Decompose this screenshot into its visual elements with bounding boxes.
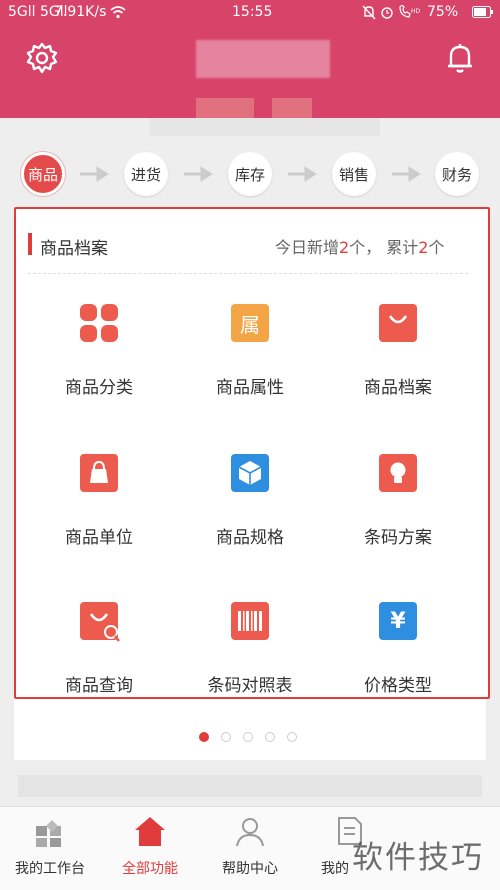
tile-label: 价格类型 [364,676,432,696]
tile-label: 商品单位 [65,528,133,548]
tile-goods-attribute[interactable]: 属 商品属性 [175,290,325,400]
arrow-right-icon [184,166,213,182]
svg-text:HD: HD [411,8,420,15]
mute-icon [362,5,376,20]
tile-barcode-mapping[interactable]: 条码对照表 [175,588,325,696]
store-sub-blurred [150,118,380,136]
tile-label: 条码方案 [364,528,432,548]
pager-dot-1[interactable] [199,732,209,742]
tile-price-type[interactable]: ¥ 价格类型 [323,588,473,696]
nav-workbench[interactable]: 我的工作台 [0,810,100,886]
card-title: 商品档案 [40,239,108,259]
step-goods[interactable]: 商品 [21,152,65,196]
alarm-icon [381,7,393,19]
today-count: 2 [339,238,350,257]
tile-label: 条码对照表 [207,676,293,696]
arrow-right-icon [392,166,421,182]
arrow-right-icon [80,166,109,182]
card-title-accent [28,233,32,255]
user-icon [236,818,264,847]
arrow-right-icon [288,166,317,182]
hd-call-icon: HD [399,5,420,18]
shopping-bag-icon [379,304,417,342]
card-extension [14,695,486,760]
bag-search-icon [80,602,120,642]
tile-label: 商品档案 [364,378,432,398]
tile-label: 商品属性 [216,378,284,398]
battery-text: 75% [427,4,459,20]
battery-icon [472,6,493,18]
pager-dot-3[interactable] [243,732,253,742]
home-icon [135,817,165,846]
nav-label: 我的工作台 [15,861,85,877]
pager-dot-4[interactable] [265,732,275,742]
blurred-strip [18,775,482,797]
notification-bell-icon[interactable] [442,40,478,76]
barcode-icon [231,602,269,640]
nav-all-functions[interactable]: 全部功能 [100,810,200,886]
box-icon [231,454,269,492]
tile-label: 商品规格 [216,528,284,548]
tile-goods-spec[interactable]: 商品规格 [175,440,325,550]
tile-label: 商品查询 [65,676,133,696]
total-count: 2 [418,238,429,257]
card-stats: 今日新增2个， 累计2个 [275,238,445,257]
yen-icon: ¥ [379,602,417,640]
tile-barcode-scheme[interactable]: 条码方案 [323,440,473,550]
status-bar: 5Gll 5Gll 7.91K/s 15:55 HD 75% [0,0,500,26]
tile-label: 商品分类 [65,378,133,398]
step-inventory[interactable]: 库存 [228,152,272,196]
card-divider [28,273,468,274]
tile-goods-query[interactable]: 商品查询 [24,588,174,696]
store-name-blurred [196,40,330,78]
pager-dot-2[interactable] [221,732,231,742]
workbench-icon [36,820,61,847]
step-finance[interactable]: 财务 [435,152,479,196]
network-speed: 7.91K/s [54,4,107,20]
grid-icon [80,304,118,342]
tile-goods-archive[interactable]: 商品档案 [323,290,473,400]
wifi-icon [110,6,126,19]
handbag-icon [80,454,118,492]
settings-gear-icon[interactable] [24,40,60,76]
tile-goods-category[interactable]: 商品分类 [24,290,174,400]
tile-goods-unit[interactable]: 商品单位 [24,440,174,550]
nav-label: 帮助中心 [222,861,278,877]
nav-label: 全部功能 [122,861,178,877]
watermark-text: 软件技巧 [352,840,484,876]
attribute-icon: 属 [231,304,269,342]
step-sales[interactable]: 销售 [332,152,376,196]
status-time: 15:55 [232,4,273,20]
step-purchase[interactable]: 进货 [124,152,168,196]
nav-help-center[interactable]: 帮助中心 [200,810,300,886]
pager-dot-5[interactable] [287,732,297,742]
lightbulb-icon [379,454,417,492]
